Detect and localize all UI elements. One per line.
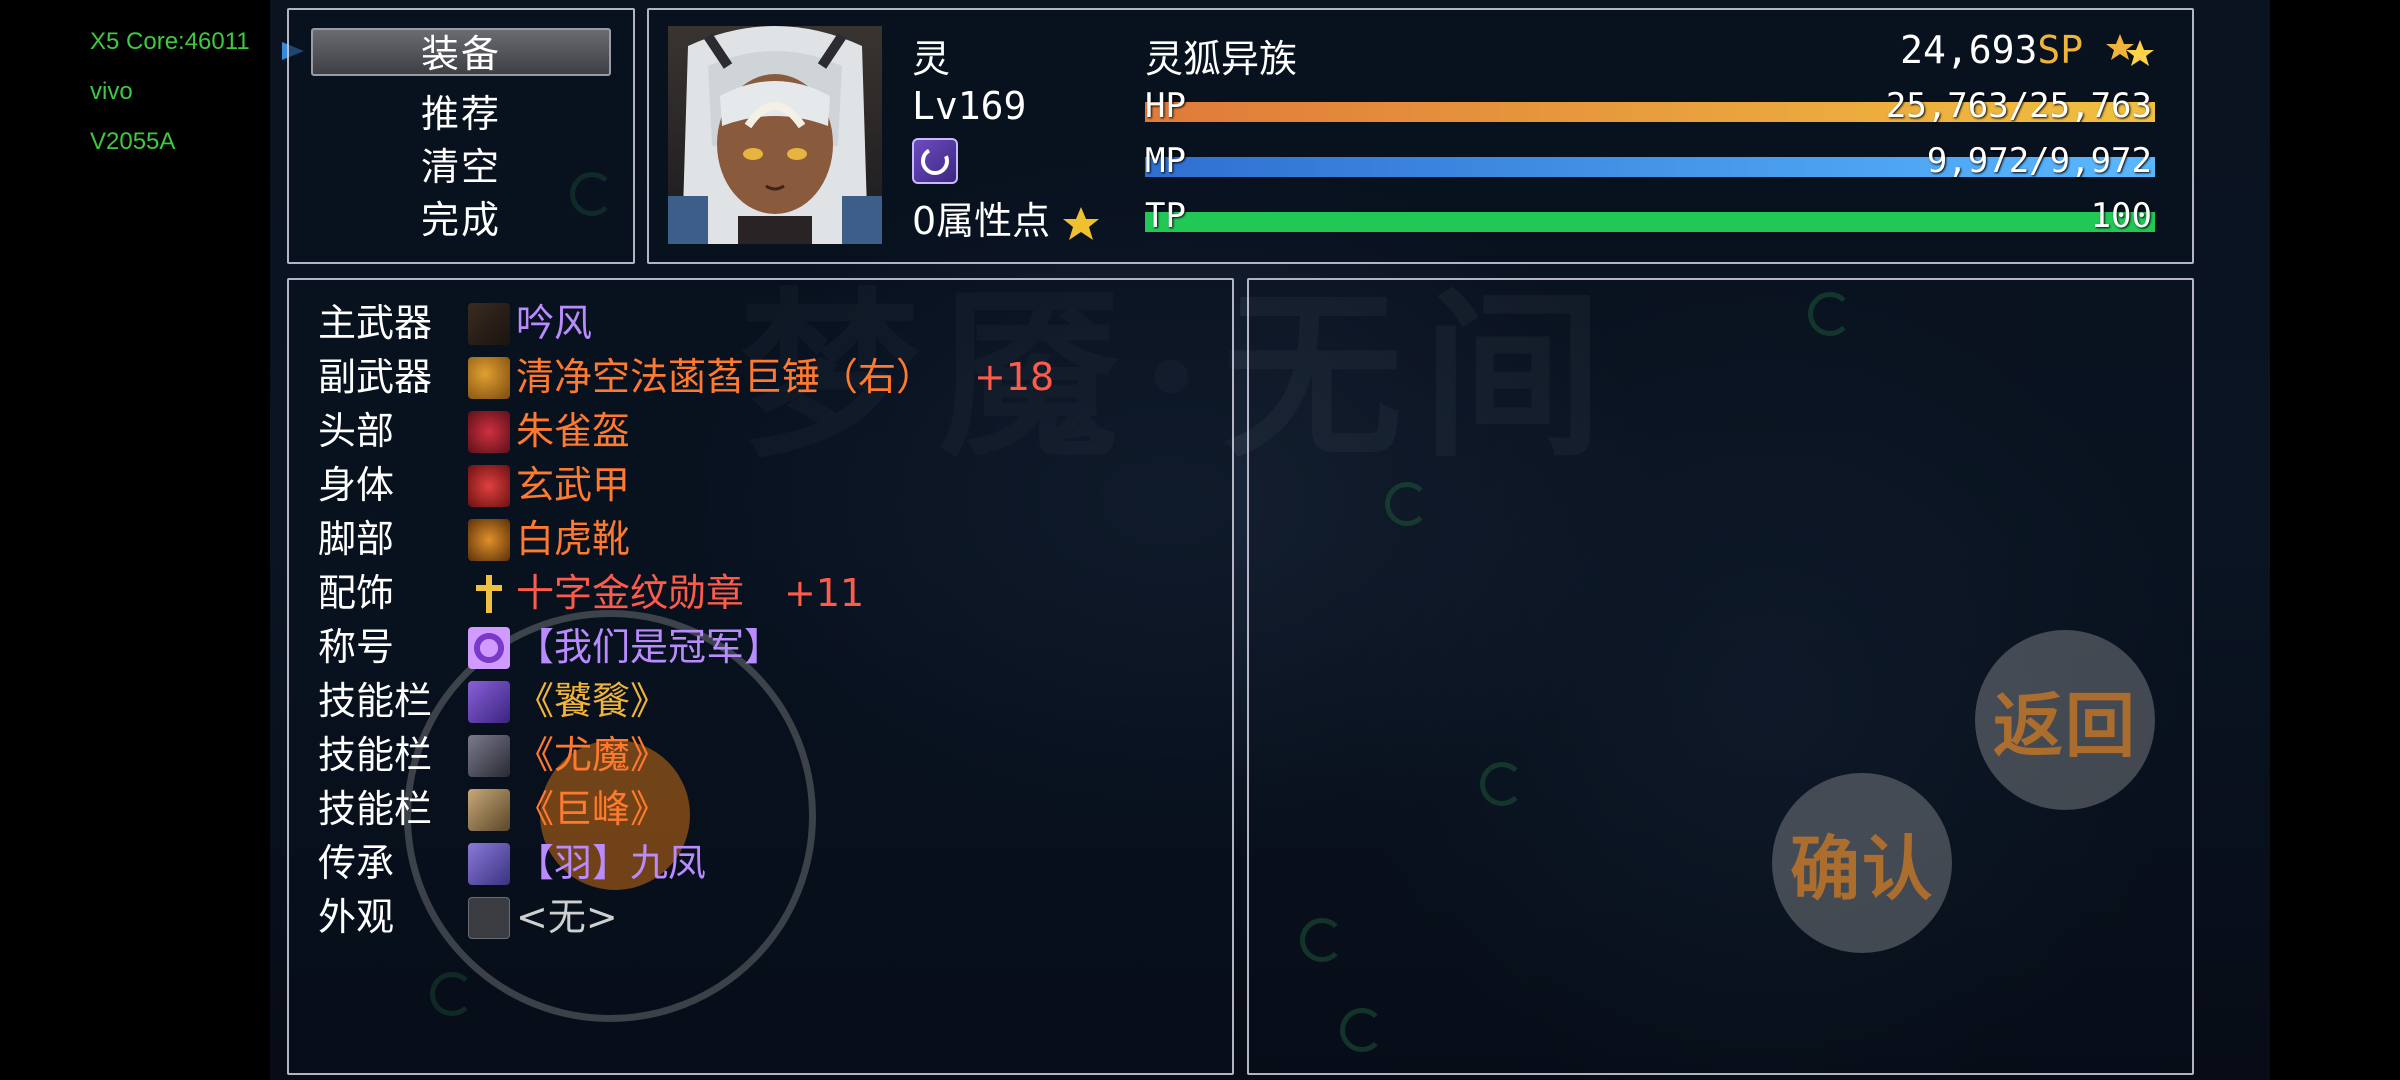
equipment-row[interactable]: 主武器 吟风 xyxy=(318,298,1198,348)
equipment-item-name: 《尤魔》 xyxy=(516,730,668,780)
equipment-item-name: <无> xyxy=(516,892,618,942)
boots-icon xyxy=(468,519,510,561)
equipment-slot-label: 头部 xyxy=(318,409,395,453)
confirm-button[interactable]: 确认 xyxy=(1772,773,1952,953)
empty-slot-icon xyxy=(468,897,510,939)
tp-bar-fill xyxy=(1145,212,2155,232)
tp-bar xyxy=(1145,212,2155,232)
star-icon xyxy=(1062,206,1100,242)
equipment-item-name: 《饕餮》 xyxy=(516,676,668,726)
equipment-item-name: 吟风 xyxy=(516,298,592,348)
enhance-level: +11 xyxy=(784,571,865,615)
equipment-item-text: <无> xyxy=(516,895,618,939)
character-portrait xyxy=(668,26,882,244)
cross-medal-icon xyxy=(468,573,510,615)
menu-equip[interactable]: 装备 xyxy=(311,28,611,76)
equipment-slot-label: 称号 xyxy=(318,625,395,669)
equipment-item-name: 玄武甲 xyxy=(516,460,630,510)
menu-done[interactable]: 完成 xyxy=(311,196,611,244)
equipment-item-text: 十字金纹勋章 xyxy=(516,571,745,615)
equipment-item-name: 【我们是冠军】 xyxy=(516,622,782,672)
equipment-row[interactable]: 外观 <无> xyxy=(318,892,1198,942)
inherit-icon xyxy=(468,843,510,885)
mp-value: 9,972/9,972 xyxy=(1926,141,2152,181)
character-level: Lv169 xyxy=(912,84,1027,128)
equipment-item-name: 白虎靴 xyxy=(516,514,630,564)
debug-core-version: X5 Core:46011 xyxy=(90,28,250,55)
equipment-slot-label: 配饰 xyxy=(318,571,395,615)
menu-clear[interactable]: 清空 xyxy=(311,143,611,191)
equipment-item-name: 清净空法菡萏巨锤（右） +18 xyxy=(516,352,1054,402)
equipment-item-text: 白虎靴 xyxy=(516,517,631,561)
equipment-item-text: 清净空法菡萏巨锤（右） xyxy=(516,355,935,399)
enhance-level: +18 xyxy=(974,355,1055,399)
skill-taotie-icon xyxy=(468,681,510,723)
equipment-slot-label: 技能栏 xyxy=(318,787,433,831)
equipment-row[interactable]: 头部 朱雀盔 xyxy=(318,406,1198,456)
sp-value: 24,693 xyxy=(1900,28,2038,72)
equipment-row[interactable]: 传承 【羽】九凤 xyxy=(318,838,1198,888)
helmet-icon xyxy=(468,411,510,453)
equipment-row[interactable]: 副武器 清净空法菡萏巨锤（右） +18 xyxy=(318,352,1198,402)
equipment-item-text: 吟风 xyxy=(516,301,593,345)
hp-label: HP xyxy=(1145,86,1186,126)
skill-type-icon xyxy=(912,138,958,184)
equipment-item-name: 《巨峰》 xyxy=(516,784,668,834)
equipment-item-name: 【羽】九凤 xyxy=(516,838,706,888)
equipment-row[interactable]: 技能栏 《饕餮》 xyxy=(318,676,1198,726)
debug-brand: vivo xyxy=(90,78,133,105)
equipment-row[interactable]: 称号 【我们是冠军】 xyxy=(318,622,1198,672)
title-icon xyxy=(468,627,510,669)
equipment-slot-label: 脚部 xyxy=(318,517,395,561)
equipment-row[interactable]: 配饰 十字金纹勋章 +11 xyxy=(318,568,1198,618)
tp-value: 100 xyxy=(2090,196,2152,236)
debug-model: V2055A xyxy=(90,128,176,155)
equipment-slot-label: 技能栏 xyxy=(318,733,433,777)
equipment-slot-label: 身体 xyxy=(318,463,395,507)
bow-icon xyxy=(468,303,510,345)
character-name: 灵 xyxy=(912,37,951,81)
equipment-item-text: 《尤魔》 xyxy=(516,733,669,777)
attribute-points: 0属性点 xyxy=(912,190,1100,245)
character-race: 灵狐异族 xyxy=(1145,37,1298,81)
equipment-slot-label: 副武器 xyxy=(318,355,433,399)
mp-label: MP xyxy=(1145,141,1186,181)
hp-value: 25,763/25,763 xyxy=(1885,86,2152,126)
equipment-row[interactable]: 技能栏 《巨峰》 xyxy=(318,784,1198,834)
skill-youmo-icon xyxy=(468,735,510,777)
equipment-item-name: 朱雀盔 xyxy=(516,406,630,456)
equipment-slot-label: 外观 xyxy=(318,895,395,939)
equipment-item-text: 朱雀盔 xyxy=(516,409,631,453)
equipment-item-name: 十字金纹勋章 +11 xyxy=(516,568,864,618)
equipment-item-text: 《饕餮》 xyxy=(516,679,669,723)
equipment-item-text: 【我们是冠军】 xyxy=(516,625,783,669)
tp-label: TP xyxy=(1145,196,1186,236)
sp-display: 24,693SP xyxy=(1900,28,2154,72)
hammer-icon xyxy=(468,357,510,399)
equipment-row[interactable]: 身体 玄武甲 xyxy=(318,460,1198,510)
menu-recommend[interactable]: 推荐 xyxy=(311,90,611,138)
skill-jufeng-icon xyxy=(468,789,510,831)
sp-unit: SP xyxy=(2037,28,2084,72)
equipment-row[interactable]: 技能栏 《尤魔》 xyxy=(318,730,1198,780)
equipment-slot-label: 传承 xyxy=(318,841,395,885)
armor-icon xyxy=(468,465,510,507)
equipment-item-text: 【羽】九凤 xyxy=(516,841,707,885)
double-star-icon xyxy=(2106,33,2154,68)
equipment-item-text: 《巨峰》 xyxy=(516,787,669,831)
equipment-item-text: 玄武甲 xyxy=(516,463,631,507)
equipment-row[interactable]: 脚部 白虎靴 xyxy=(318,514,1198,564)
equipment-slot-label: 主武器 xyxy=(318,301,433,345)
command-menu: 装备 推荐 清空 完成 xyxy=(287,8,635,264)
back-button[interactable]: 返回 xyxy=(1975,630,2155,810)
equipment-slot-label: 技能栏 xyxy=(318,679,433,723)
